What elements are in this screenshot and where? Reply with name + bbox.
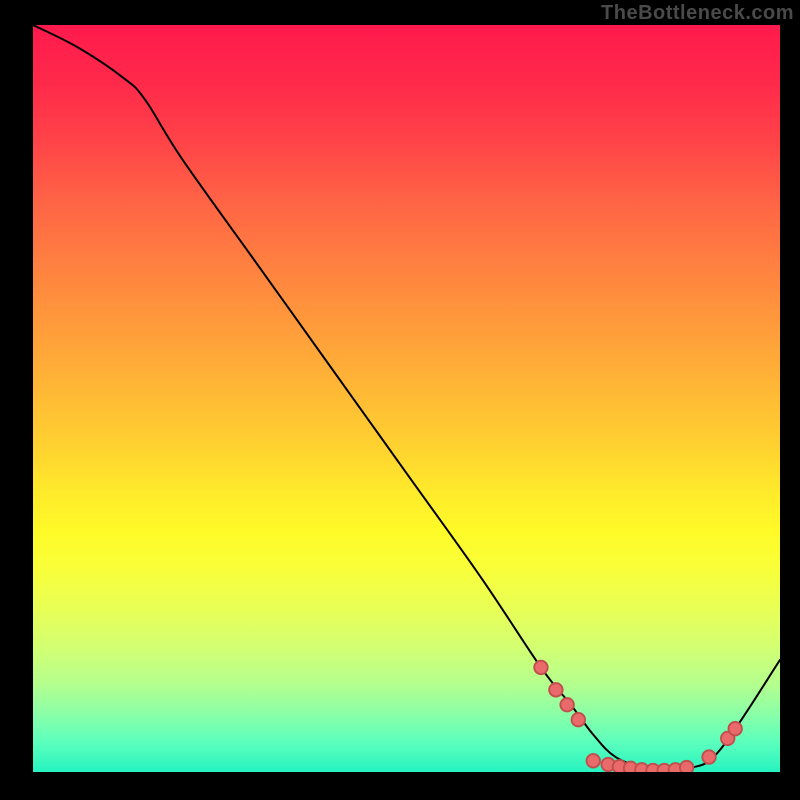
marker-dot [680, 761, 693, 772]
curve-svg [33, 25, 780, 772]
marker-dot [587, 754, 600, 767]
watermark-text: TheBottleneck.com [601, 2, 794, 25]
marker-dot [560, 698, 573, 711]
marker-dot [572, 713, 585, 726]
curve-markers [534, 661, 742, 772]
marker-dot [534, 661, 547, 674]
plot-area [33, 25, 780, 772]
marker-dot [549, 683, 562, 696]
bottleneck-curve [33, 25, 780, 772]
chart-frame: TheBottleneck.com [0, 0, 800, 800]
marker-dot [728, 722, 741, 735]
marker-dot [702, 750, 715, 763]
